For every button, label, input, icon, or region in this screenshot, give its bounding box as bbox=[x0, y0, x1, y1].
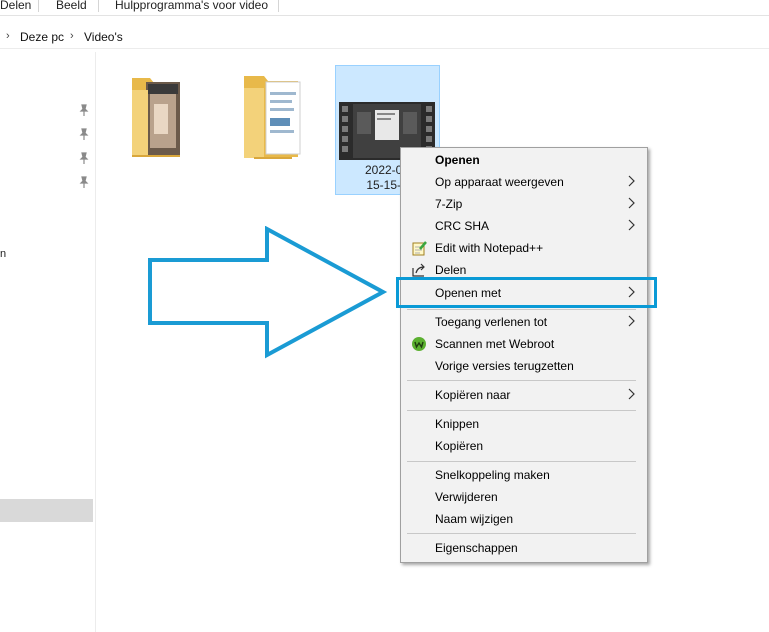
address-bar[interactable]: › Deze pc › Video's bbox=[0, 25, 769, 49]
menu-separator bbox=[407, 533, 636, 534]
menu-item-toegang-verlenen-tot[interactable]: Toegang verlenen tot bbox=[401, 311, 647, 333]
menu-separator bbox=[407, 410, 636, 411]
menu-item-label: Verwijderen bbox=[435, 490, 498, 504]
chevron-right-icon bbox=[628, 197, 635, 209]
breadcrumb-videos[interactable]: Video's bbox=[84, 30, 123, 44]
chevron-right-icon[interactable]: › bbox=[70, 30, 74, 42]
tab-beeld[interactable]: Beeld bbox=[56, 0, 87, 12]
menu-item-knippen[interactable]: Knippen bbox=[401, 413, 647, 435]
chevron-right-icon bbox=[628, 315, 635, 327]
menu-separator bbox=[407, 309, 636, 310]
tab-video-tools[interactable]: Hulpprogramma's voor video bbox=[115, 0, 268, 12]
menu-item-label: CRC SHA bbox=[435, 219, 490, 233]
nav-item-label-partial[interactable]: n bbox=[0, 248, 6, 260]
menu-item-label: Knippen bbox=[435, 417, 480, 431]
pin-icon[interactable] bbox=[79, 152, 89, 164]
menu-item-label: Edit with Notepad++ bbox=[435, 241, 544, 255]
menu-item-label: Scannen met Webroot bbox=[435, 337, 555, 351]
pin-icon[interactable] bbox=[79, 128, 89, 140]
ribbon-divider bbox=[98, 0, 99, 12]
menu-item-scannen-met-webroot[interactable]: Scannen met Webroot bbox=[401, 333, 647, 355]
menu-item-verwijderen[interactable]: Verwijderen bbox=[401, 486, 647, 508]
menu-item-label: Kopiëren naar bbox=[435, 388, 511, 402]
folder-with-photo-icon[interactable] bbox=[128, 72, 188, 162]
share-icon bbox=[412, 263, 425, 277]
menu-item-label: Openen bbox=[435, 153, 480, 167]
tab-delen[interactable]: Delen bbox=[0, 0, 31, 12]
ribbon-tabs: Delen Beeld Hulpprogramma's voor video bbox=[0, 0, 769, 16]
menu-item-vorige-versies-terugzetten[interactable]: Vorige versies terugzetten bbox=[401, 355, 647, 377]
nav-item-selected[interactable] bbox=[0, 499, 93, 522]
menu-item-snelkoppeling-maken[interactable]: Snelkoppeling maken bbox=[401, 464, 647, 486]
notepad-plus-plus-icon bbox=[412, 241, 427, 256]
breadcrumb-deze-pc[interactable]: Deze pc bbox=[20, 30, 64, 44]
chevron-right-icon bbox=[628, 175, 635, 187]
pin-icon[interactable] bbox=[79, 176, 89, 188]
pin-icon[interactable] bbox=[79, 104, 89, 116]
menu-item-label: Snelkoppeling maken bbox=[435, 468, 550, 482]
menu-item-label: Op apparaat weergeven bbox=[435, 175, 564, 189]
menu-item-7zip[interactable]: 7-Zip bbox=[401, 193, 647, 215]
menu-item-edit-with-notepad[interactable]: Edit with Notepad++ bbox=[401, 237, 647, 259]
menu-item-label: Toegang verlenen tot bbox=[435, 315, 548, 329]
openen-met-highlight-box bbox=[396, 277, 657, 308]
menu-item-label: Vorige versies terugzetten bbox=[435, 359, 574, 373]
menu-item-label: Delen bbox=[435, 263, 467, 277]
folder-with-documents-icon[interactable] bbox=[240, 72, 306, 164]
menu-item-label: Eigenschappen bbox=[435, 541, 518, 555]
ribbon-divider bbox=[278, 0, 279, 12]
menu-item-kopieren[interactable]: Kopiëren bbox=[401, 435, 647, 457]
chevron-right-icon bbox=[628, 388, 635, 400]
menu-item-eigenschappen[interactable]: Eigenschappen bbox=[401, 537, 647, 559]
menu-item-kopieren-naar[interactable]: Kopiëren naar bbox=[401, 384, 647, 406]
menu-item-op-apparaat-weergeven[interactable]: Op apparaat weergeven bbox=[401, 171, 647, 193]
menu-item-label: 7-Zip bbox=[435, 197, 463, 211]
chevron-right-icon[interactable]: › bbox=[6, 30, 10, 42]
menu-item-openen[interactable]: Openen bbox=[401, 149, 647, 171]
webroot-icon bbox=[412, 337, 426, 351]
ribbon-divider bbox=[38, 0, 39, 12]
chevron-right-icon bbox=[628, 219, 635, 231]
menu-separator bbox=[407, 461, 636, 462]
navigation-pane[interactable]: n bbox=[0, 52, 96, 632]
context-menu: Openen Op apparaat weergeven 7-Zip CRC S… bbox=[400, 147, 648, 563]
menu-item-label: Kopiëren bbox=[435, 439, 484, 453]
menu-item-crc-sha[interactable]: CRC SHA bbox=[401, 215, 647, 237]
arrow-right-annotation-icon bbox=[148, 226, 388, 359]
menu-item-label: Naam wijzigen bbox=[435, 512, 514, 526]
explorer-window: Delen Beeld Hulpprogramma's voor video ›… bbox=[0, 0, 769, 632]
menu-separator bbox=[407, 380, 636, 381]
menu-item-naam-wijzigen[interactable]: Naam wijzigen bbox=[401, 508, 647, 530]
